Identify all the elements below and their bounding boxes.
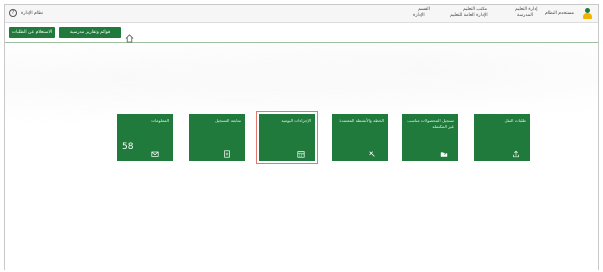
transfer-icon: [512, 143, 520, 158]
office-line1: مكتب التعليم: [463, 7, 488, 12]
org-line1: إدارة التعليم: [515, 7, 538, 12]
help-icon[interactable]: ?: [9, 9, 17, 17]
tile-daily-procedures[interactable]: الإجراءات اليومية: [256, 111, 318, 164]
tile-count: 58: [122, 142, 134, 152]
user-name: مستخدم النظام: [545, 11, 575, 16]
tile-label: متابعة التسجيل: [214, 118, 241, 123]
tile-label: طلبات النقل: [504, 118, 526, 123]
tile-registration-followup[interactable]: متابعة التسجيل: [189, 114, 245, 161]
home-icon[interactable]: [125, 28, 134, 43]
app-window: ? نظام الإدارة القسم الإدارة مكتب التعلي…: [4, 4, 599, 270]
tile-label: الخطة والأنشطة المعتمدة: [339, 118, 384, 123]
calendar-icon: [297, 143, 305, 158]
org-line2: المدرسة: [517, 13, 533, 18]
school-reports-button[interactable]: قوائم وتقارير مدرسية: [59, 27, 121, 38]
dashboard-content: المعلومات 58 متابعة التسجيل الإجراءات ال…: [5, 44, 598, 270]
tile-harvest-registration[interactable]: تسجيل المحصولات مناسب غير المكتملة: [402, 114, 458, 161]
tile-label: المعلومات: [151, 118, 169, 123]
office-line2: الإدارة العامة للتعليم: [450, 13, 488, 18]
folder-icon: [440, 143, 448, 157]
mail-icon: [151, 143, 159, 157]
user-avatar-icon[interactable]: [583, 8, 592, 20]
tools-icon: [368, 143, 376, 157]
dept-line1: القسم: [418, 7, 430, 12]
requests-inquiry-button[interactable]: الاستعلام عن الطلبات: [9, 27, 55, 38]
system-name: نظام الإدارة: [21, 11, 44, 16]
dept-line2: الإدارة: [413, 13, 425, 18]
top-header: ? نظام الإدارة القسم الإدارة مكتب التعلي…: [5, 5, 598, 23]
document-icon: [223, 143, 231, 158]
toolbar: الاستعلام عن الطلبات قوائم وتقارير مدرسي…: [5, 23, 598, 43]
tile-label: تسجيل المحصولات مناسب غير المكتملة: [407, 118, 454, 129]
tile-transfer-requests[interactable]: طلبات النقل: [474, 114, 530, 161]
tile-approved-plan[interactable]: الخطة والأنشطة المعتمدة: [332, 114, 388, 161]
tile-label: الإجراءات اليومية: [281, 118, 311, 123]
tile-information[interactable]: المعلومات 58: [117, 114, 173, 161]
